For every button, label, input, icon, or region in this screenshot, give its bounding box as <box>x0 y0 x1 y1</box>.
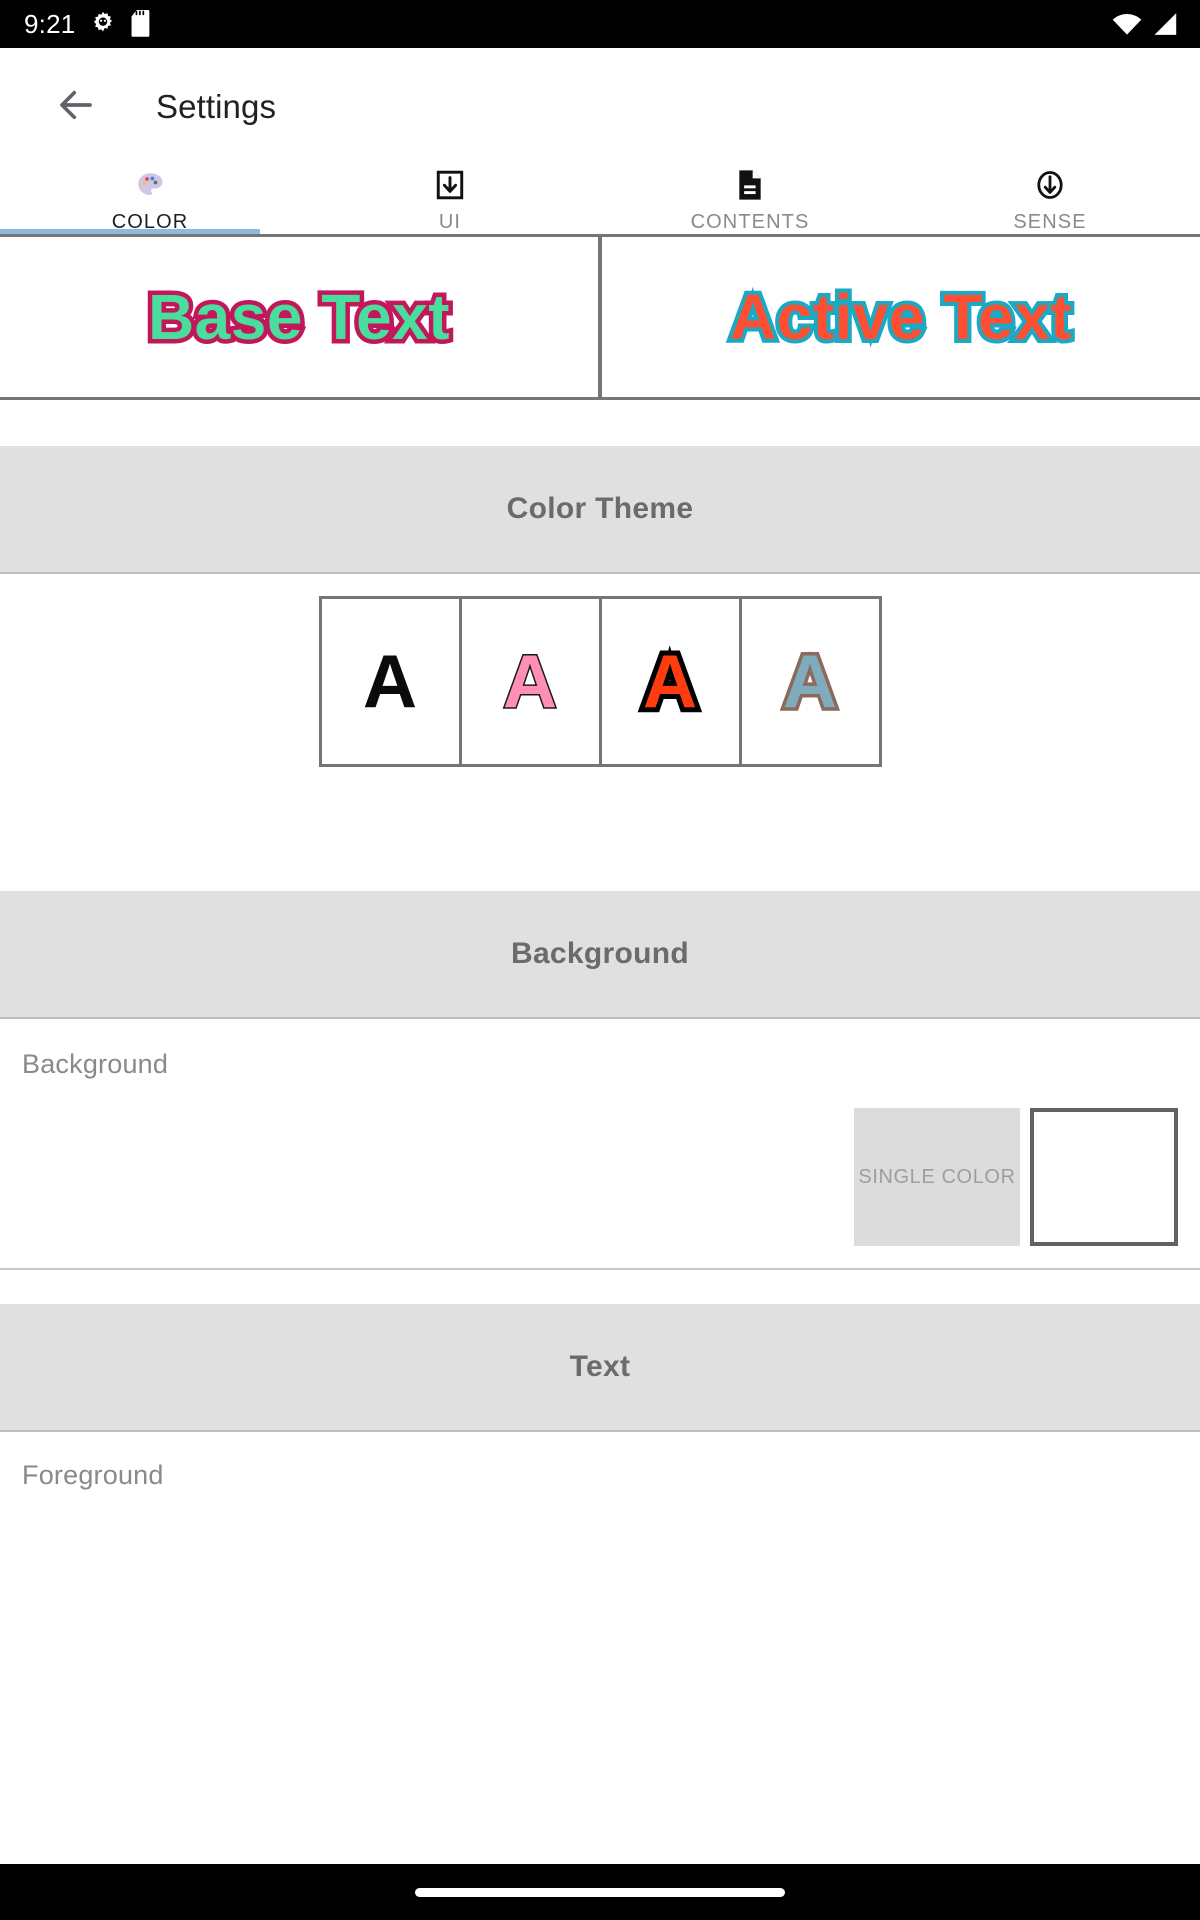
background-row-controls: SINGLE COLOR <box>22 1108 1178 1268</box>
tab-contents[interactable]: CONTENTS <box>600 166 900 234</box>
tab-ui[interactable]: UI <box>300 166 600 234</box>
tab-sense[interactable]: SENSE <box>900 166 1200 234</box>
background-row-label: Background <box>22 1049 169 1079</box>
color-theme-swatch-row: A A A A <box>0 574 1200 793</box>
theme-swatch-black[interactable]: A <box>321 599 459 764</box>
theme-swatch-pink[interactable]: A <box>461 599 599 764</box>
color-theme-swatch-strip: A A A A <box>318 596 882 767</box>
theme-swatch-orange[interactable]: A <box>601 599 739 764</box>
section-header-color-theme: Color Theme <box>0 446 1200 574</box>
background-preference-row[interactable]: Background SINGLE COLOR <box>0 1019 1200 1270</box>
active-text-preview-card[interactable]: Active Text <box>602 237 1200 397</box>
spacer-above-background <box>0 793 1200 891</box>
status-clock: 9:21 <box>24 9 76 39</box>
theme-swatch-steelblue-letter: A <box>779 639 840 723</box>
foreground-row-label: Foreground <box>22 1460 164 1490</box>
home-gesture-pill[interactable] <box>415 1887 785 1897</box>
system-navigation-bar <box>0 1864 1200 1920</box>
box-download-icon <box>434 168 466 201</box>
base-text-preview-card[interactable]: Base Text <box>0 237 598 397</box>
app-toolbar: Settings <box>0 48 1200 166</box>
spacer-above-text-section <box>0 1270 1200 1304</box>
tab-color[interactable]: COLOR <box>0 166 300 234</box>
single-color-button-label: SINGLE COLOR <box>858 1165 1016 1188</box>
theme-swatch-orange-letter: A <box>638 639 702 724</box>
settings-content[interactable]: Color Theme A A A A Background Backgroun… <box>0 400 1200 1864</box>
sd-card-icon <box>131 10 155 38</box>
background-color-preview[interactable] <box>1030 1108 1178 1246</box>
spacer-above-color-theme <box>0 400 1200 446</box>
tab-sense-label: SENSE <box>1013 211 1087 233</box>
tab-bar: COLOR UI CONTENTS SENSE <box>0 166 1200 234</box>
palette-icon <box>135 168 165 201</box>
theme-swatch-black-letter: A <box>362 639 418 723</box>
foreground-preference-row[interactable]: Foreground <box>0 1432 1200 1491</box>
tab-ui-label: UI <box>438 211 462 233</box>
document-icon <box>735 168 765 201</box>
theme-swatch-steelblue[interactable]: A <box>741 599 879 764</box>
cellular-signal-icon <box>1152 12 1178 36</box>
wifi-icon <box>1112 12 1142 36</box>
back-button[interactable] <box>48 79 104 135</box>
text-preview-row: Base Text Active Text <box>0 234 1200 400</box>
active-text-preview-label: Active Text <box>726 277 1076 357</box>
back-arrow-icon <box>55 84 97 131</box>
single-color-button[interactable]: SINGLE COLOR <box>854 1108 1020 1246</box>
section-header-background: Background <box>0 891 1200 1019</box>
tab-contents-label: CONTENTS <box>690 211 810 233</box>
status-bar-right <box>1112 12 1178 36</box>
theme-swatch-pink-letter: A <box>501 639 558 723</box>
section-title-text: Text <box>569 1350 631 1383</box>
base-text-preview-label: Base Text <box>143 277 454 358</box>
android-gear-icon <box>89 10 117 38</box>
settings-screen: 9:21 Settings COLOR UI CONTENTS SENSE Ba… <box>0 0 1200 1920</box>
circle-down-arrow-icon <box>1034 168 1066 201</box>
status-bar-left: 9:21 <box>24 10 155 38</box>
section-title-color-theme: Color Theme <box>506 492 694 525</box>
section-header-text: Text <box>0 1304 1200 1432</box>
page-title: Settings <box>156 88 277 125</box>
status-bar: 9:21 <box>0 0 1200 48</box>
section-title-background: Background <box>510 937 690 970</box>
tab-active-indicator <box>0 229 260 234</box>
